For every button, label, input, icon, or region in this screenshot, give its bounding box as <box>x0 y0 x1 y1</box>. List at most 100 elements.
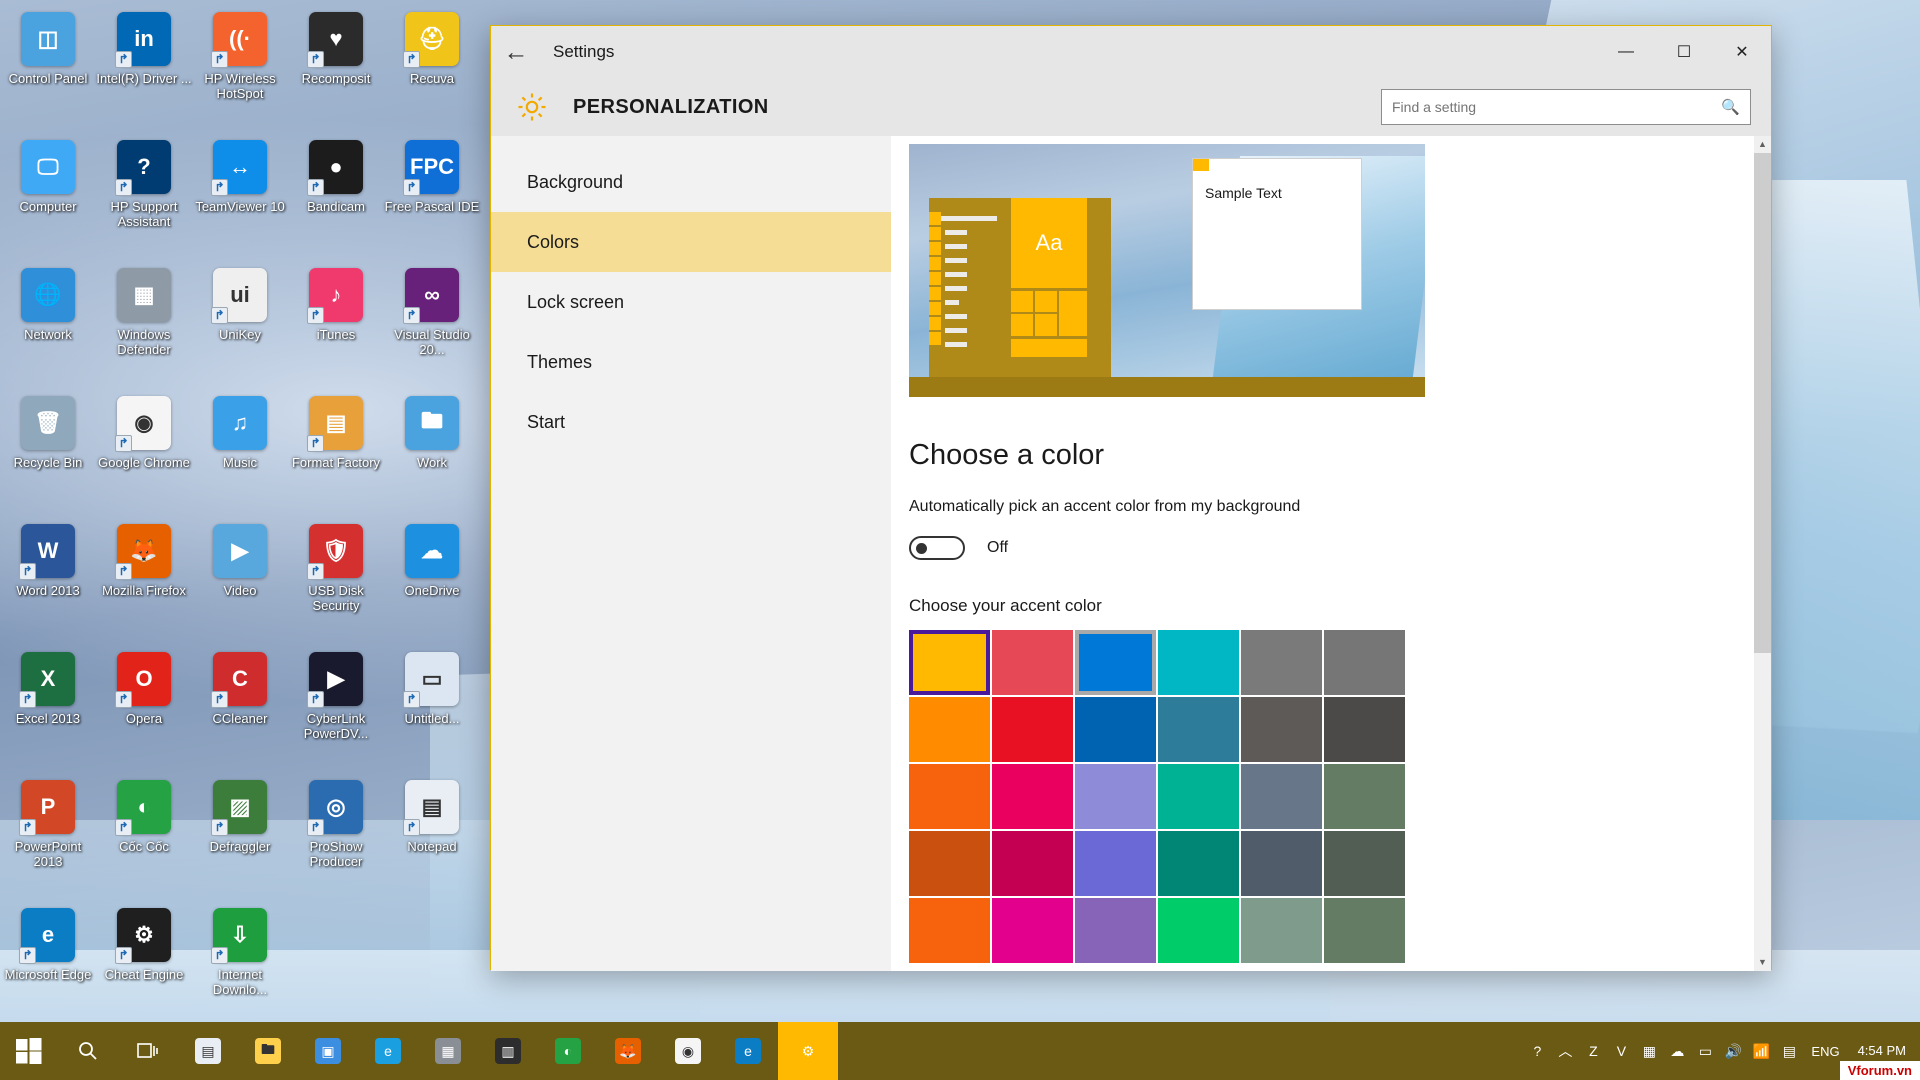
desktop-icon[interactable]: ▨ Defraggler <box>192 774 288 902</box>
firefox-taskbar-icon[interactable]: 🦊 <box>598 1022 658 1080</box>
recorder-taskbar-icon[interactable]: ▦ <box>418 1022 478 1080</box>
accent-swatch[interactable] <box>1075 898 1156 963</box>
accent-swatch[interactable] <box>1241 831 1322 896</box>
desktop-icon[interactable]: ▶CyberLink PowerDV... <box>288 646 384 774</box>
accent-swatch[interactable] <box>909 898 990 963</box>
sidebar-item-start[interactable]: Start <box>491 392 891 452</box>
accent-swatch[interactable] <box>1158 764 1239 829</box>
edge-taskbar-icon[interactable]: e <box>718 1022 778 1080</box>
accent-swatch[interactable] <box>1075 697 1156 762</box>
desktop-icon[interactable]: ♪ iTunes <box>288 262 384 390</box>
desktop-icon[interactable]: ◎ProShow Producer <box>288 774 384 902</box>
desktop-icon[interactable]: ((·HP Wireless HotSpot <box>192 6 288 134</box>
onedrive-tray-icon[interactable]: ☁ <box>1663 1022 1691 1080</box>
sidebar-item-background[interactable]: Background <box>491 152 891 212</box>
maximize-button[interactable]: ☐ <box>1655 26 1713 78</box>
desktop-icon[interactable]: FPC Free Pascal IDE <box>384 134 480 262</box>
vforum-tray-icon[interactable]: V <box>1607 1022 1635 1080</box>
accent-swatch[interactable] <box>1075 630 1156 695</box>
desktop-icon[interactable]: 🛡USB Disk Security <box>288 518 384 646</box>
search-input[interactable] <box>1392 99 1722 115</box>
task-view-icon[interactable] <box>118 1022 178 1080</box>
desktop-icon[interactable]: ☁ OneDrive <box>384 518 480 646</box>
network-tray-icon[interactable]: 📶 <box>1747 1022 1775 1080</box>
accent-swatch[interactable] <box>1324 697 1405 762</box>
desktop-icon[interactable]: 🖿 Work <box>384 390 480 518</box>
desktop-icon[interactable]: ◫ Control Panel <box>0 6 96 134</box>
close-button[interactable]: ✕ <box>1713 26 1771 78</box>
file-explorer-taskbar-icon[interactable]: 🖿 <box>238 1022 298 1080</box>
accent-swatch[interactable] <box>1241 764 1322 829</box>
coccoc-taskbar-icon[interactable]: ◐ <box>538 1022 598 1080</box>
desktop-icon[interactable]: 🖵 Computer <box>0 134 96 262</box>
scroll-up-button[interactable]: ▲ <box>1754 136 1771 153</box>
media-taskbar-icon[interactable]: ▣ <box>298 1022 358 1080</box>
accent-swatch[interactable] <box>1324 630 1405 695</box>
accent-swatch[interactable] <box>1075 831 1156 896</box>
sidebar-item-colors[interactable]: Colors <box>491 212 891 272</box>
desktop-icon[interactable]: 🌐 Network <box>0 262 96 390</box>
desktop-icon[interactable]: ◐ Cốc Cốc <box>96 774 192 902</box>
desktop-icon[interactable]: ♥ Recomposit <box>288 6 384 134</box>
accent-swatch[interactable] <box>909 630 990 695</box>
back-arrow-icon[interactable]: ← <box>491 26 541 78</box>
accent-swatch[interactable] <box>909 831 990 896</box>
desktop-icon[interactable]: ∞Visual Studio 20... <box>384 262 480 390</box>
sidebar-item-themes[interactable]: Themes <box>491 332 891 392</box>
ie-taskbar-icon[interactable]: e <box>358 1022 418 1080</box>
desktop-icon[interactable]: C CCleaner <box>192 646 288 774</box>
accent-swatch[interactable] <box>1241 898 1322 963</box>
desktop-icon[interactable]: O Opera <box>96 646 192 774</box>
search-icon[interactable] <box>58 1022 118 1080</box>
content-scrollbar[interactable]: ▲ ▼ <box>1754 136 1771 971</box>
taskbar-clock[interactable]: 4:54 PM <box>1848 1043 1916 1059</box>
desktop-icon[interactable]: ⇩Internet Downlo... <box>192 902 288 1030</box>
minimize-button[interactable]: — <box>1597 26 1655 78</box>
accent-swatch[interactable] <box>1158 898 1239 963</box>
accent-swatch[interactable] <box>1324 764 1405 829</box>
accent-swatch[interactable] <box>909 764 990 829</box>
desktop-icon[interactable]: ↔ TeamViewer 10 <box>192 134 288 262</box>
accent-swatch[interactable] <box>1158 630 1239 695</box>
accent-swatch[interactable] <box>1324 831 1405 896</box>
accent-swatch[interactable] <box>909 697 990 762</box>
desktop-icon[interactable]: ▶ Video <box>192 518 288 646</box>
accent-swatch[interactable] <box>1158 697 1239 762</box>
desktop-icon[interactable]: in Intel(R) Driver ... <box>96 6 192 134</box>
sidebar-item-lock-screen[interactable]: Lock screen <box>491 272 891 332</box>
desktop-icon[interactable]: ?HP Support Assistant <box>96 134 192 262</box>
auto-accent-toggle[interactable] <box>909 536 965 560</box>
language-indicator[interactable]: ENG <box>1803 1044 1847 1059</box>
desktop-icon[interactable]: ♫ Music <box>192 390 288 518</box>
accent-swatch[interactable] <box>992 898 1073 963</box>
accent-swatch[interactable] <box>1075 764 1156 829</box>
accent-swatch[interactable] <box>1241 697 1322 762</box>
desktop-icon[interactable]: ▤ Format Factory <box>288 390 384 518</box>
action-center-icon[interactable]: ▤ <box>1775 1022 1803 1080</box>
scrollbar-thumb[interactable] <box>1754 153 1771 653</box>
desktop-icon[interactable]: ui UniKey <box>192 262 288 390</box>
desktop-icon[interactable]: 🗑 Recycle Bin <box>0 390 96 518</box>
store-taskbar-icon[interactable]: ▥ <box>478 1022 538 1080</box>
desktop-icon[interactable]: ▭ Untitled... <box>384 646 480 774</box>
desktop-icon[interactable]: ⛑ Recuva <box>384 6 480 134</box>
desktop-icon[interactable]: 🦊 Mozilla Firefox <box>96 518 192 646</box>
desktop-icon[interactable]: X Excel 2013 <box>0 646 96 774</box>
desktop-icon[interactable]: ● Bandicam <box>288 134 384 262</box>
accent-swatch[interactable] <box>1158 831 1239 896</box>
search-box[interactable]: 🔍 <box>1381 89 1751 125</box>
accent-swatch[interactable] <box>992 630 1073 695</box>
accent-swatch[interactable] <box>1241 630 1322 695</box>
accent-swatch[interactable] <box>992 831 1073 896</box>
desktop-icon[interactable]: ▦ Windows Defender <box>96 262 192 390</box>
scroll-down-button[interactable]: ▼ <box>1754 954 1771 971</box>
calendar-tray-icon[interactable]: ▦ <box>1635 1022 1663 1080</box>
desktop-icon[interactable]: W Word 2013 <box>0 518 96 646</box>
desktop-icon[interactable]: PPowerPoint 2013 <box>0 774 96 902</box>
notepad-taskbar-icon[interactable]: ▤ <box>178 1022 238 1080</box>
volume-tray-icon[interactable]: 🔊 <box>1719 1022 1747 1080</box>
accent-swatch[interactable] <box>992 697 1073 762</box>
desktop-icon[interactable]: ◉ Google Chrome <box>96 390 192 518</box>
desktop-icon[interactable]: e Microsoft Edge <box>0 902 96 1030</box>
settings-taskbar-icon[interactable]: ⚙ <box>778 1022 838 1080</box>
